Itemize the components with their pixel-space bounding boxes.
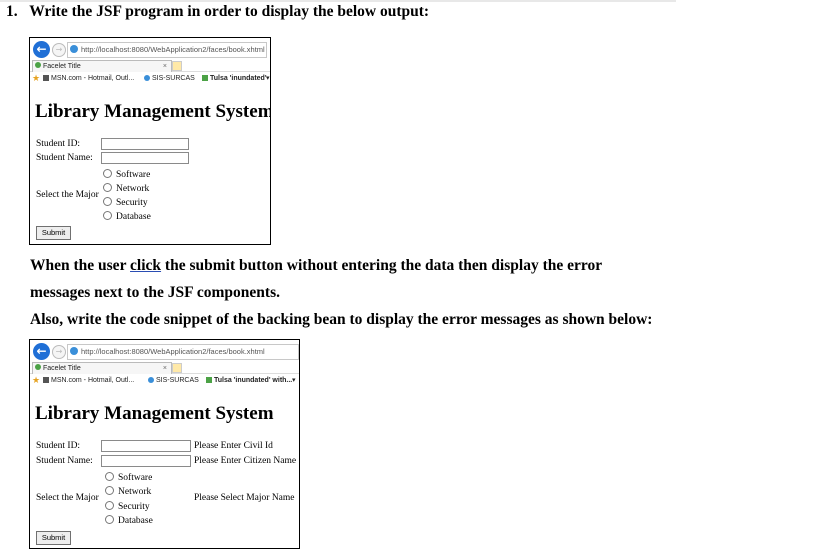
new-tab-icon[interactable] xyxy=(172,363,182,373)
tab-title: Facelet Title xyxy=(43,63,81,70)
chevron-down-icon[interactable]: ▾ xyxy=(266,72,270,86)
star-icon[interactable]: ★ xyxy=(32,72,40,86)
url-field[interactable]: http://localhost:8080/WebApplication2/fa… xyxy=(67,344,299,360)
page-title: Library Management System xyxy=(35,403,274,424)
tab-facelet-title[interactable]: Facelet Title × xyxy=(32,60,172,72)
radio-database[interactable]: Database xyxy=(103,211,151,222)
ie-icon xyxy=(144,75,150,81)
ie-icon xyxy=(70,347,78,355)
radio-icon xyxy=(103,211,112,220)
tab-row: Facelet Title × xyxy=(30,60,270,72)
favorites-bar: ★ MSN.com - Hotmail, Outl... SIS-SURCAS … xyxy=(30,374,299,388)
student-name-label: Student Name: xyxy=(36,456,93,466)
favorite-sis[interactable]: SIS-SURCAS xyxy=(144,72,195,86)
click-word: click xyxy=(130,257,162,274)
radio-icon xyxy=(105,501,114,510)
favorite-tulsa[interactable]: Tulsa 'inundated' with... xyxy=(206,374,292,388)
paragraph-line-2: messages next to the JSF components. xyxy=(30,284,280,301)
back-arrow-icon[interactable]: ← xyxy=(33,41,50,58)
tab-facelet-title[interactable]: Facelet Title × xyxy=(32,362,172,374)
forward-arrow-icon[interactable]: → xyxy=(52,345,66,359)
radio-software[interactable]: Software xyxy=(105,472,152,483)
ie-icon xyxy=(148,377,154,383)
favorite-msn[interactable]: MSN.com - Hotmail, Outl... xyxy=(43,72,134,86)
msn-icon xyxy=(43,377,49,383)
student-id-label: Student ID: xyxy=(36,139,81,149)
error-civil-id: Please Enter Civil Id xyxy=(194,441,273,451)
favorite-tulsa[interactable]: Tulsa 'inundated' xyxy=(202,72,266,86)
tab-title: Facelet Title xyxy=(43,365,81,372)
student-id-input[interactable] xyxy=(101,440,191,452)
back-arrow-icon[interactable]: ← xyxy=(33,343,50,360)
submit-button[interactable]: Submit xyxy=(36,531,71,545)
radio-icon xyxy=(103,183,112,192)
error-citizen-name: Please Enter Citizen Name xyxy=(194,456,297,466)
msn-icon xyxy=(43,75,49,81)
browser-screenshot-2: ← → http://localhost:8080/WebApplication… xyxy=(29,339,300,549)
ie-icon xyxy=(202,75,208,81)
question-heading: 1. Write the JSF program in order to dis… xyxy=(6,3,430,20)
page-icon xyxy=(35,364,41,370)
submit-button[interactable]: Submit xyxy=(36,226,71,240)
paragraph-line-1: When the user click the submit button wi… xyxy=(30,257,603,274)
url-text: http://localhost:8080/WebApplication2/fa… xyxy=(81,45,265,54)
radio-database[interactable]: Database xyxy=(105,515,153,526)
radio-icon xyxy=(105,472,114,481)
student-id-label: Student ID: xyxy=(36,441,81,451)
page-icon xyxy=(35,62,41,68)
tab-row: Facelet Title × xyxy=(30,362,299,374)
radio-software[interactable]: Software xyxy=(103,169,150,180)
radio-icon xyxy=(105,486,114,495)
star-icon[interactable]: ★ xyxy=(32,374,40,388)
student-id-input[interactable] xyxy=(101,138,189,150)
url-field[interactable]: http://localhost:8080/WebApplication2/fa… xyxy=(67,42,267,58)
page-title: Library Management System xyxy=(35,101,271,122)
radio-security[interactable]: Security xyxy=(103,197,148,208)
top-rule xyxy=(0,0,676,2)
new-tab-icon[interactable] xyxy=(172,61,182,71)
radio-security[interactable]: Security xyxy=(105,501,150,512)
paragraph-line-3: Also, write the code snippet of the back… xyxy=(30,311,653,328)
ie-icon xyxy=(206,377,212,383)
chevron-down-icon[interactable]: ▾ xyxy=(292,374,296,388)
address-bar: ← → http://localhost:8080/WebApplication… xyxy=(30,38,270,60)
close-icon[interactable]: × xyxy=(163,61,167,72)
radio-icon xyxy=(105,515,114,524)
student-name-label: Student Name: xyxy=(36,153,93,163)
favorite-msn[interactable]: MSN.com - Hotmail, Outl... xyxy=(43,374,134,388)
radio-network[interactable]: Network xyxy=(103,183,149,194)
radio-icon xyxy=(103,197,112,206)
student-name-input[interactable] xyxy=(101,455,191,467)
ie-icon xyxy=(70,45,78,53)
url-text: http://localhost:8080/WebApplication2/fa… xyxy=(81,347,265,356)
forward-arrow-icon[interactable]: → xyxy=(52,43,66,57)
student-name-input[interactable] xyxy=(101,152,189,164)
major-label: Select the Major xyxy=(36,493,99,503)
close-icon[interactable]: × xyxy=(163,363,167,374)
major-label: Select the Major xyxy=(36,190,99,200)
error-major: Please Select Major Name xyxy=(194,493,295,503)
radio-icon xyxy=(103,169,112,178)
address-bar: ← → http://localhost:8080/WebApplication… xyxy=(30,340,299,362)
favorite-sis[interactable]: SIS-SURCAS xyxy=(148,374,199,388)
browser-screenshot-1: ← → http://localhost:8080/WebApplication… xyxy=(29,37,271,245)
radio-network[interactable]: Network xyxy=(105,486,151,497)
favorites-bar: ★ MSN.com - Hotmail, Outl... SIS-SURCAS … xyxy=(30,72,270,86)
